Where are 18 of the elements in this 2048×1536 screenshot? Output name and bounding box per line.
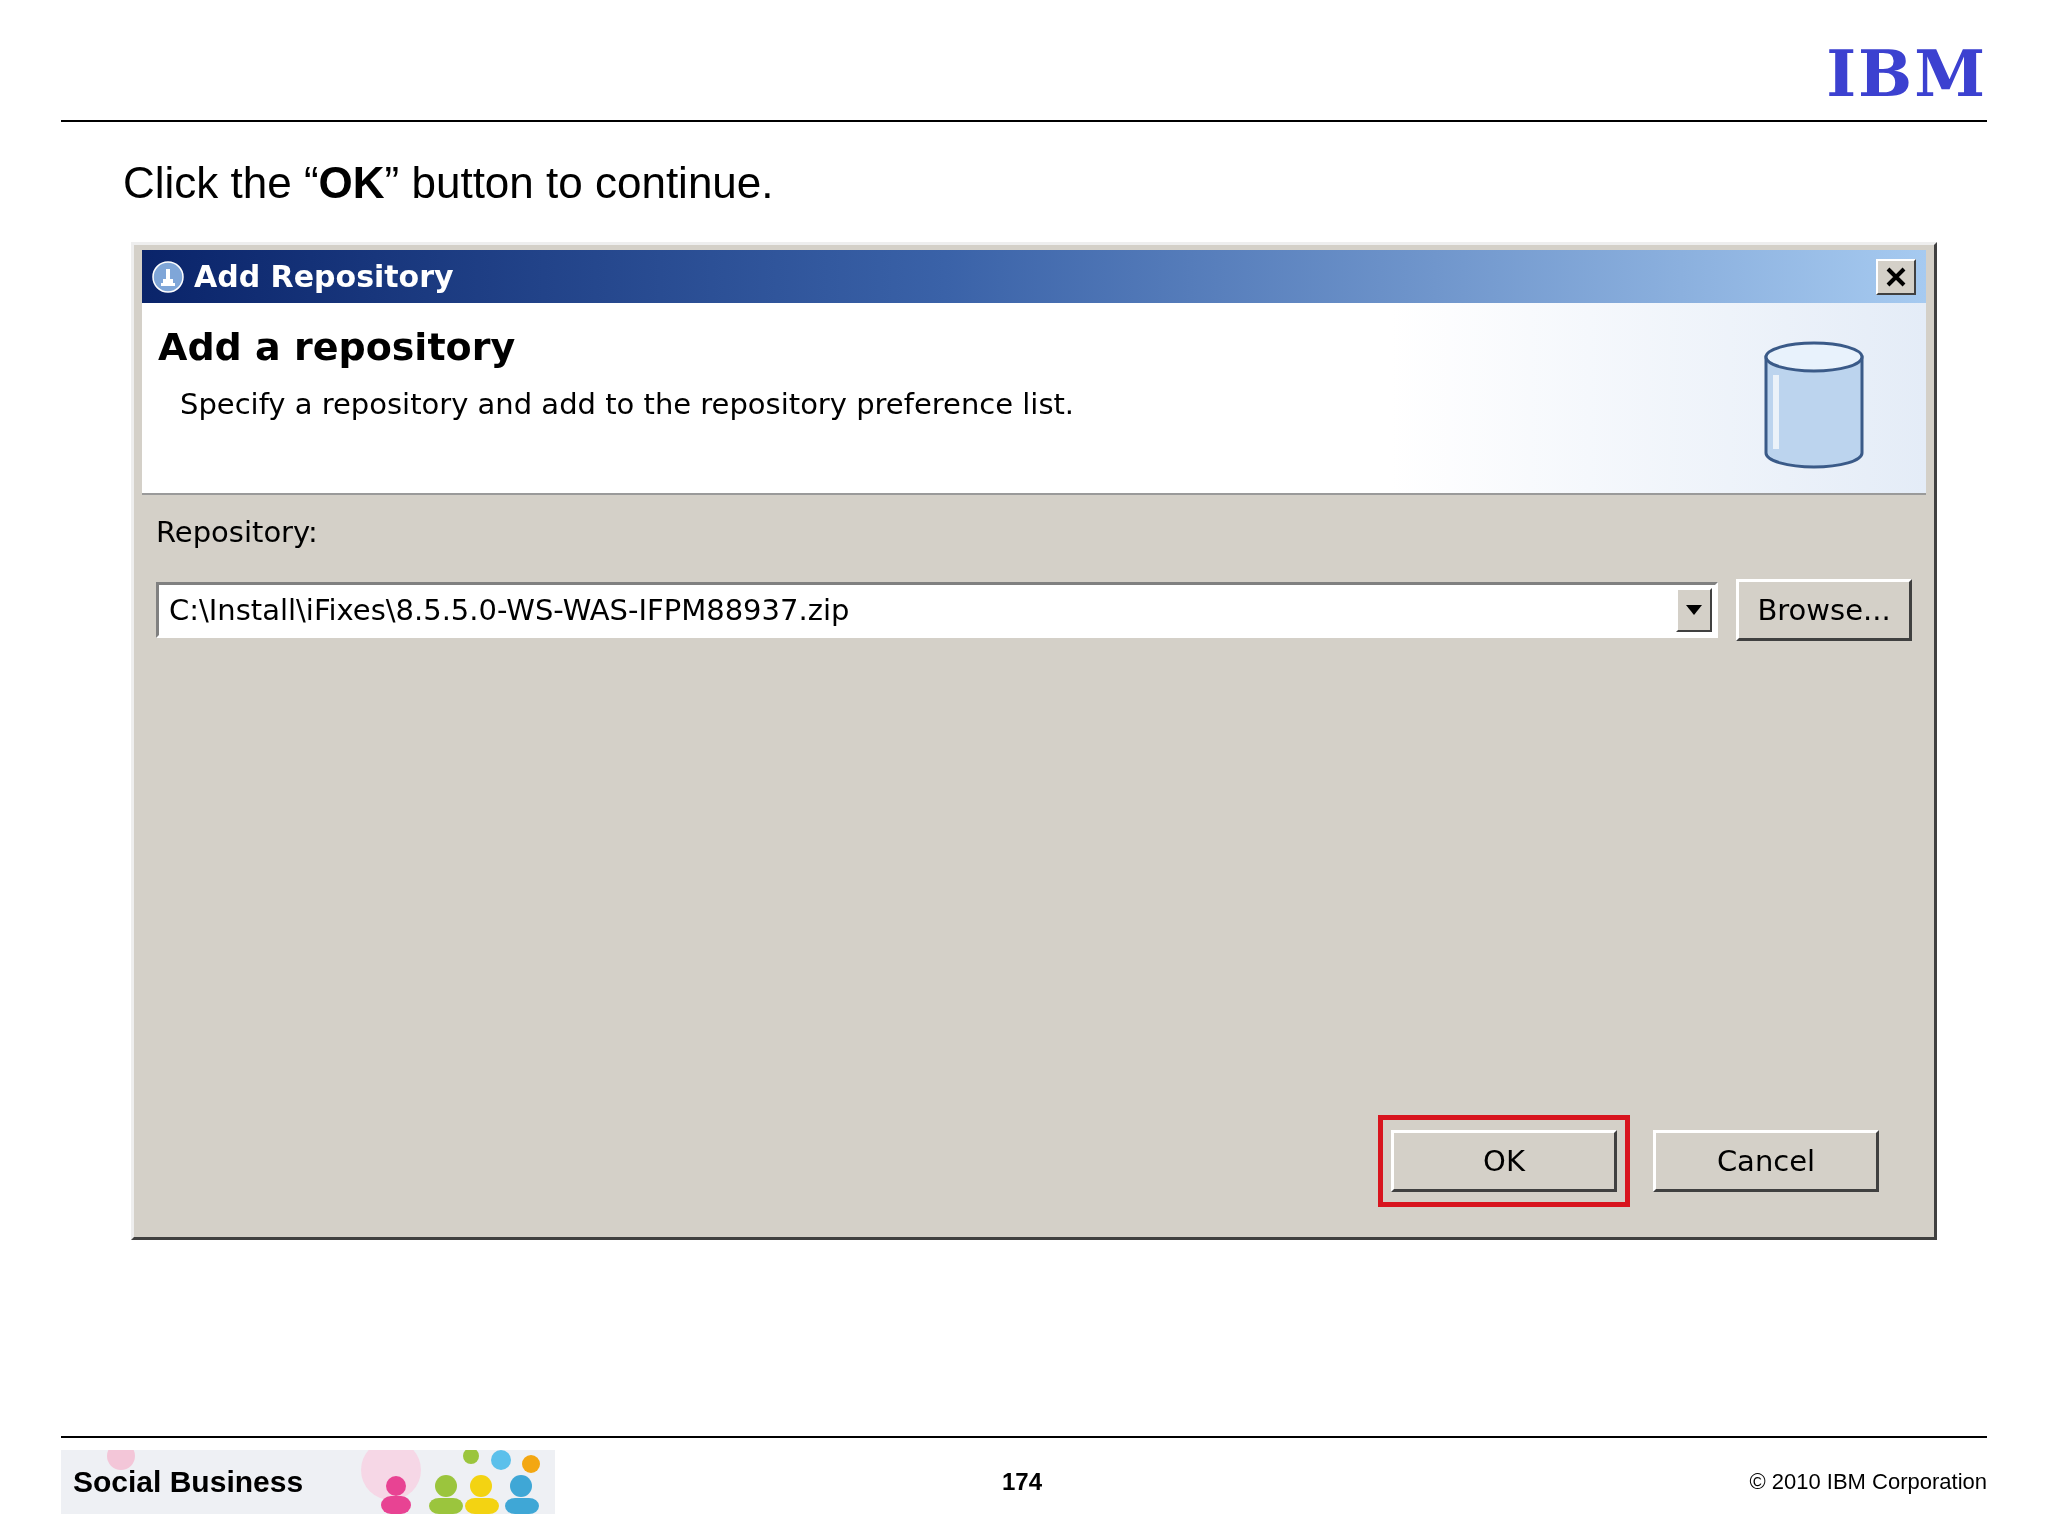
page-number: 174 [1002, 1468, 1043, 1496]
close-icon [1885, 266, 1907, 287]
close-button[interactable] [1876, 258, 1916, 295]
ok-button[interactable]: OK [1391, 1130, 1617, 1192]
repository-combo-box[interactable]: C:\Install\iFixes\8.5.5.0-WS-WAS-IFPM88937.zip [156, 582, 1718, 638]
window-title: Add Repository [194, 259, 455, 294]
app-icon [152, 260, 184, 293]
dialog-heading: Add a repository [158, 325, 516, 369]
dialog-description: Specify a repository and add to the repository preference list. [180, 387, 1075, 421]
cylinder-icon [1762, 339, 1866, 471]
field-label: Repository: [156, 515, 318, 549]
cancel-button[interactable]: Cancel [1653, 1130, 1879, 1192]
repository-input[interactable]: C:\Install\iFixes\8.5.5.0-WS-WAS-IFPM88937.zip [159, 593, 1676, 627]
ibm-logo: IBM [1826, 44, 1987, 104]
instruction-text: Click the “OK” button to continue. [123, 158, 774, 208]
copyright-text: © 2010 IBM Corporation [1749, 1469, 1987, 1495]
brand-label: Social Business [73, 1465, 304, 1499]
browse-button[interactable]: Browse... [1736, 579, 1912, 641]
